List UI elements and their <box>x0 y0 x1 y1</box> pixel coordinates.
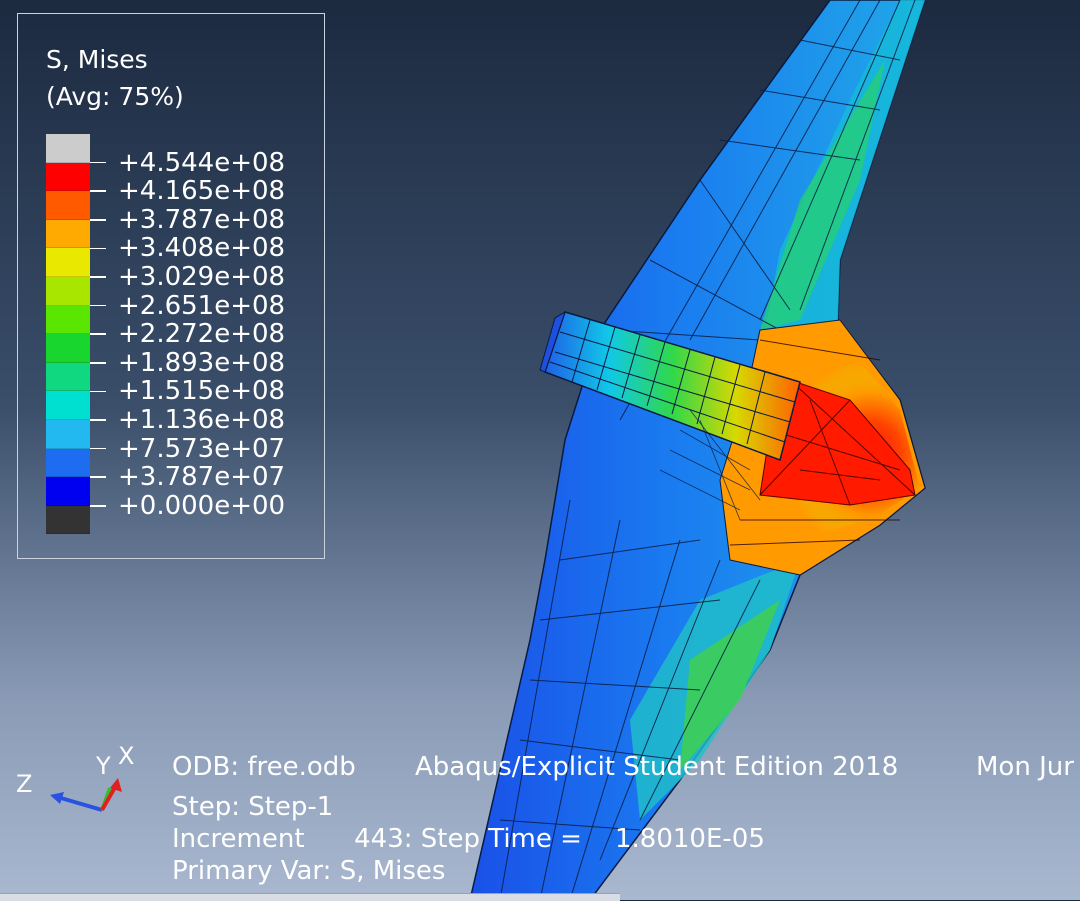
legend-swatch <box>46 191 90 220</box>
legend-tick-label: +1.136e+08 <box>118 405 286 435</box>
x-axis-label: X <box>118 742 134 770</box>
legend-tick-label: +2.272e+08 <box>118 319 286 350</box>
legend-tick: +3.787e+07 <box>90 463 285 491</box>
legend-swatch <box>46 305 90 335</box>
legend-swatch <box>46 505 90 535</box>
legend-tick: +0.000e+00 <box>90 492 285 520</box>
legend-tick: +4.165e+08 <box>90 177 285 205</box>
legend-tick: +3.408e+08 <box>90 234 285 262</box>
legend-tick-mark <box>90 219 106 221</box>
edition-label: Abaqus/Explicit Student Edition 2018 <box>415 752 899 782</box>
legend-tick: +1.893e+08 <box>90 349 285 377</box>
increment-label: Increment 443: Step Time = 1.8010E-05 <box>172 824 765 854</box>
legend-panel: S, Mises (Avg: 75%) +4.544e+08 +4.165e+08… <box>17 13 325 559</box>
legend-tick-mark <box>90 247 106 250</box>
legend-tick-label: +3.408e+08 <box>118 233 286 264</box>
legend-title: S, Mises <box>46 45 148 74</box>
legend-swatch <box>46 477 90 506</box>
odb-name: ODB: free.odb <box>172 752 356 782</box>
legend-tick-mark <box>90 390 106 393</box>
legend-swatch <box>46 162 90 192</box>
legend-tick: +1.515e+08 <box>90 377 285 405</box>
legend-tick-label: +3.787e+08 <box>118 204 286 235</box>
legend-tick-mark <box>90 333 106 335</box>
legend-swatch <box>46 276 90 306</box>
legend-tick-mark <box>90 161 106 164</box>
legend-tick-mark <box>90 505 106 507</box>
legend-tick-label: +4.544e+08 <box>118 147 286 178</box>
legend-tick-mark <box>90 304 106 307</box>
z-axis-label: Z <box>16 770 32 798</box>
legend-swatch <box>46 248 90 277</box>
legend-tick-mark <box>90 190 106 192</box>
legend-tick-label: +3.787e+07 <box>118 462 286 493</box>
legend-tick-label: +1.515e+08 <box>118 376 286 407</box>
legend-tick-mark <box>90 362 106 364</box>
primary-var-label: Primary Var: S, Mises <box>172 856 446 886</box>
legend-tick-label: +0.000e+00 <box>118 490 286 521</box>
legend-swatch <box>46 134 90 163</box>
legend-tick: +4.544e+08 <box>90 149 285 177</box>
legend-tick: +3.029e+08 <box>90 263 285 291</box>
legend-tick: +7.573e+07 <box>90 435 285 463</box>
legend-tick-label: +7.573e+07 <box>118 433 286 464</box>
date-label: Mon Jur <box>976 752 1074 782</box>
legend-swatch <box>46 362 90 392</box>
orientation-triad: Z Y X <box>16 742 134 812</box>
legend-average: (Avg: 75%) <box>46 82 184 111</box>
step-label: Step: Step-1 <box>172 792 334 822</box>
legend-tick: +2.272e+08 <box>90 320 285 348</box>
legend-swatch <box>46 391 90 420</box>
legend-tick-label: +3.029e+08 <box>118 262 286 292</box>
legend-swatch <box>46 334 90 363</box>
legend-swatch <box>46 419 90 449</box>
legend-swatch <box>46 448 90 478</box>
legend-tick-mark <box>90 447 106 450</box>
legend-tick-mark <box>90 276 106 278</box>
legend-tick-label: +1.893e+08 <box>118 347 286 378</box>
y-axis-label: Y <box>95 752 111 780</box>
legend-color-bar <box>46 134 90 535</box>
legend-tick: +3.787e+08 <box>90 206 285 234</box>
z-axis-arrowhead <box>50 792 64 804</box>
legend-tick-label: +4.165e+08 <box>118 176 286 207</box>
legend-tick-label: +2.651e+08 <box>118 290 286 321</box>
legend-tick: +1.136e+08 <box>90 406 285 434</box>
legend-tick-mark <box>90 419 106 421</box>
legend-tick: +2.651e+08 <box>90 292 285 320</box>
legend-swatch <box>46 219 90 249</box>
legend-tick-mark <box>90 476 106 478</box>
